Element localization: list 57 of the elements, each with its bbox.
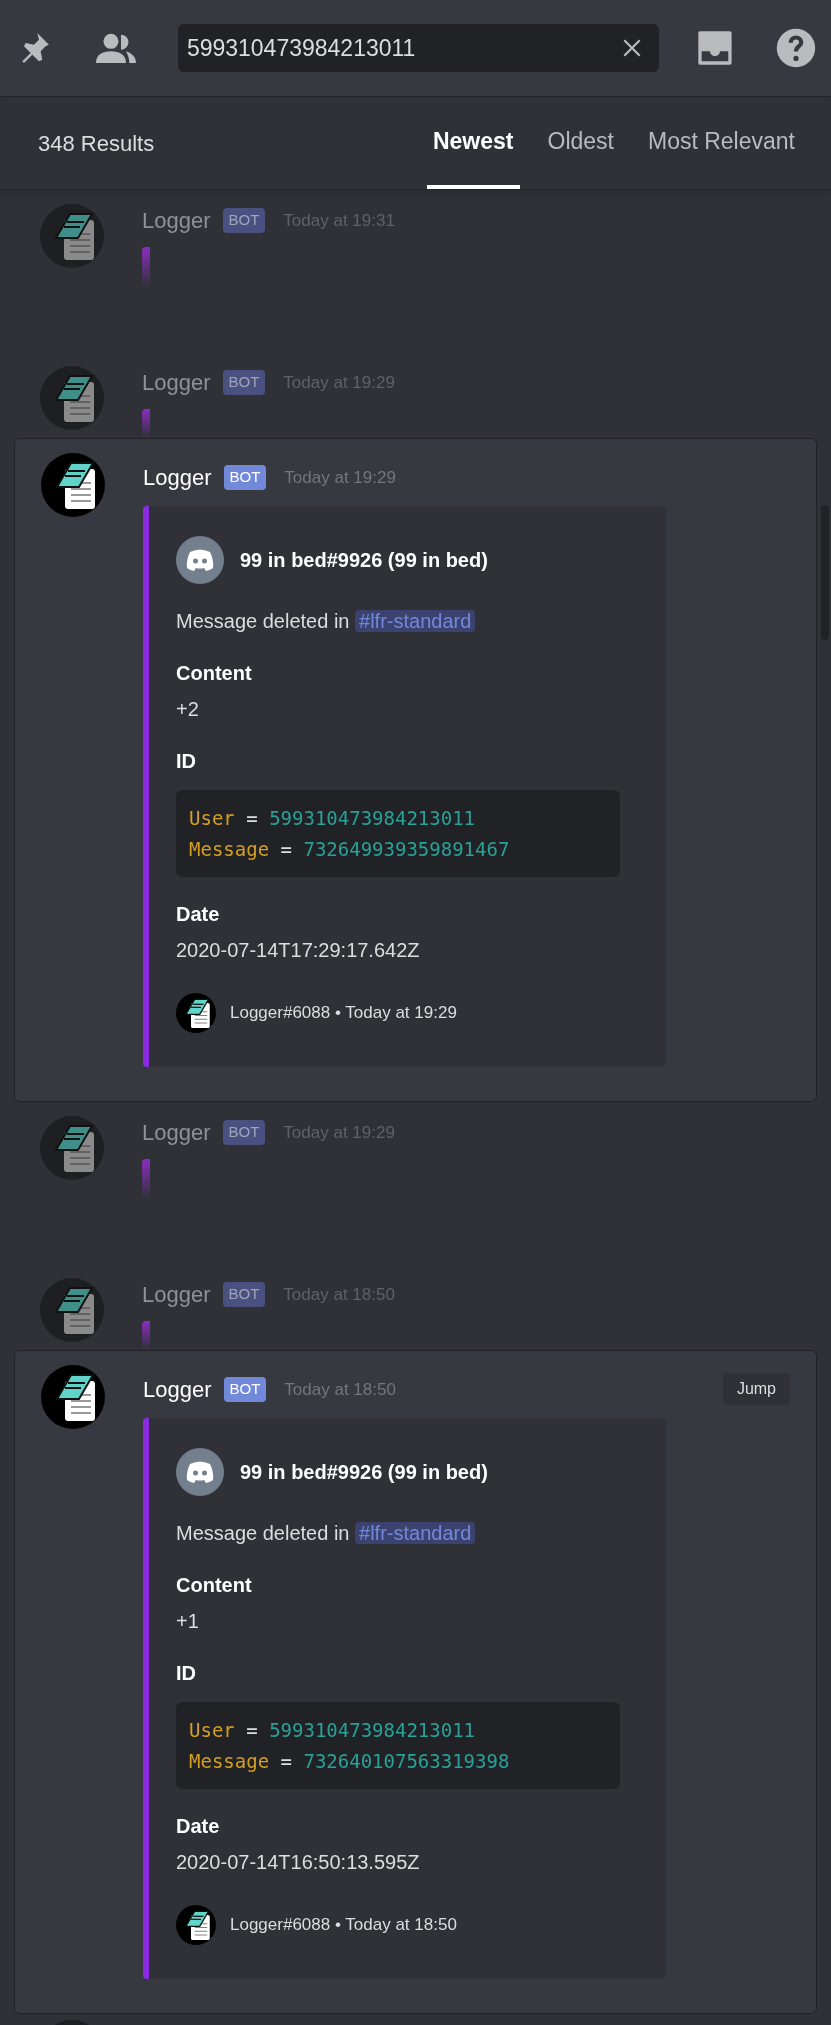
bot-tag: BOT (223, 465, 267, 490)
code-line: Message = 732649939359891467 (189, 836, 511, 862)
field-name: Content (176, 1573, 253, 1598)
embed-author: 99 in bed#9926 (99 in bed) (240, 548, 488, 573)
embed-stub (142, 1159, 150, 1199)
avatar-icon (176, 1905, 216, 1945)
avatar-icon (40, 366, 104, 430)
field-name: Date (176, 1814, 221, 1839)
search-field[interactable]: 599310473984213011 (177, 24, 660, 72)
embed-stub (142, 409, 150, 438)
field-name: ID (176, 1661, 197, 1686)
jump-button[interactable]: Jump (722, 1373, 790, 1405)
code-line: Message = 732640107563319398 (189, 1748, 511, 1774)
embed-description: Message deleted in #lfr-standard (176, 1518, 650, 1548)
author-name[interactable]: Logger (142, 1116, 211, 1149)
field-value: 2020-07-14T16:50:13.595Z (176, 1850, 421, 1875)
field-value: +2 (176, 697, 200, 722)
message-card[interactable] (14, 438, 817, 1102)
field-name: Date (176, 902, 221, 927)
avatar-icon (40, 1278, 104, 1342)
timestamp: Today at 19:29 (284, 466, 396, 489)
author-name[interactable]: Logger (142, 204, 211, 237)
author-name[interactable]: Logger (143, 1373, 212, 1406)
embed-footer: Logger#6088 • Today at 18:50 (230, 1912, 457, 1938)
embed-stub (142, 247, 150, 287)
bot-tag: BOT (222, 1282, 266, 1307)
field-name: Content (176, 661, 253, 686)
field-name: ID (176, 749, 197, 774)
embed-footer: Logger#6088 • Today at 19:29 (230, 1000, 457, 1026)
timestamp: Today at 18:50 (284, 1378, 396, 1401)
code-line: User = 599310473984213011 (189, 1718, 477, 1743)
author-name[interactable]: Logger (142, 1278, 211, 1311)
avatar-icon (40, 204, 104, 268)
avatar-icon (176, 993, 216, 1033)
bot-tag: BOT (223, 1377, 267, 1402)
sort-tab[interactable]: Most Relevant (642, 97, 801, 189)
bot-tag: BOT (222, 208, 266, 233)
bot-tag: BOT (222, 370, 266, 395)
embed-author: 99 in bed#9926 (99 in bed) (240, 1460, 488, 1485)
help-icon[interactable] (775, 27, 817, 69)
discord-logo-icon (176, 536, 224, 584)
avatar-icon (41, 453, 105, 517)
message-card[interactable] (14, 1350, 817, 2014)
bot-tag: BOT (222, 1120, 266, 1145)
author-name[interactable]: Logger (142, 366, 211, 399)
field-value: +1 (176, 1609, 200, 1634)
avatar-icon (40, 1116, 104, 1180)
avatar-icon (41, 1365, 105, 1429)
sort-tab[interactable]: Oldest (541, 97, 620, 189)
discord-logo-icon (176, 1448, 224, 1496)
field-value: 2020-07-14T17:29:17.642Z (176, 938, 421, 963)
embed-stub (142, 1321, 150, 1350)
author-name[interactable]: Logger (143, 461, 212, 494)
code-line: User = 599310473984213011 (189, 806, 477, 831)
sort-tab[interactable]: Newest (426, 97, 520, 189)
embed-description: Message deleted in #lfr-standard (176, 606, 650, 636)
results-count: 348 Results (38, 129, 156, 158)
